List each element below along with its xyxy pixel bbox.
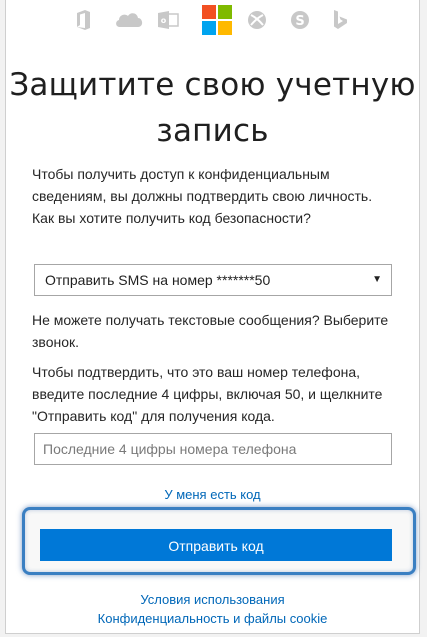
confirm-instructions: Чтобы подтвердить, что это ваш номер тел… — [32, 364, 383, 424]
verification-method-select[interactable]: Отправить SMS на номер *******50 ▼ — [34, 264, 392, 296]
logo-green-square — [218, 5, 232, 19]
product-icons-bar: o S — [6, 5, 419, 35]
cant-receive-text: Не можете получать текстовые сообщения? … — [32, 312, 389, 350]
terms-container: Условия использования — [6, 591, 419, 609]
send-code-button[interactable]: Отправить код — [40, 529, 392, 561]
have-code-link[interactable]: У меня есть код — [164, 487, 260, 502]
dropdown-arrow-icon: ▼ — [372, 274, 382, 285]
onedrive-icon — [116, 13, 143, 27]
last-four-digits-input[interactable]: Последние 4 цифры номера телефона — [34, 433, 392, 465]
logo-blue-square — [202, 21, 216, 35]
privacy-link[interactable]: Конфиденциальность и файлы cookie — [98, 611, 328, 626]
intro-text: Чтобы получить доступ к конфиденциальным… — [32, 166, 373, 226]
terms-link[interactable]: Условия использования — [140, 592, 284, 607]
verification-card: o S Защитите свою учетную запись Чтобы п… — [5, 0, 420, 634]
page-title: Защитите свою учетную запись — [9, 67, 416, 149]
xbox-icon — [248, 11, 266, 29]
microsoft-logo — [202, 5, 232, 35]
selected-method: Отправить SMS на номер *******50 — [45, 272, 271, 288]
privacy-container: Конфиденциальность и файлы cookie — [6, 610, 419, 628]
input-placeholder: Последние 4 цифры номера телефона — [43, 441, 297, 457]
svg-text:o: o — [161, 16, 167, 25]
svg-text:S: S — [295, 14, 304, 29]
skype-icon: S — [291, 11, 309, 29]
have-code-container: У меня есть код — [6, 486, 419, 504]
logo-yellow-square — [218, 21, 232, 35]
office-icon — [77, 10, 90, 30]
outlook-icon: o — [158, 11, 179, 29]
bing-icon — [334, 10, 347, 29]
logo-red-square — [202, 5, 216, 19]
